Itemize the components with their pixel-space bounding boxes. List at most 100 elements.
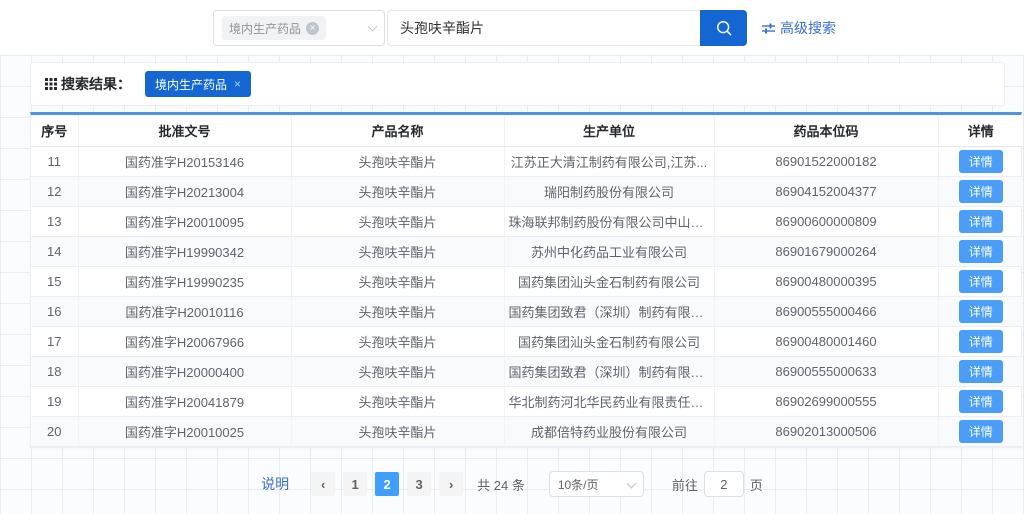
prev-page-button[interactable]: ‹ <box>311 472 335 496</box>
goto-suffix: 页 <box>750 475 763 494</box>
cell-manufacturer: 苏州中化药品工业有限公司 <box>504 236 714 266</box>
search-section: 境内生产药品 × 高级搜索 <box>0 10 1024 46</box>
cell-product: 头孢呋辛酯片 <box>291 266 504 296</box>
page-numbers: 123 <box>343 472 431 496</box>
table-row: 12国药准字H20213004头孢呋辛酯片瑞阳制药股份有限公司869041520… <box>31 176 1023 206</box>
detail-button[interactable]: 详情 <box>959 330 1003 353</box>
cell-manufacturer: 国药集团致君（深圳）制药有限公... <box>504 296 714 326</box>
cell-product: 头孢呋辛酯片 <box>291 296 504 326</box>
page-size-value: 10条/页 <box>558 476 599 493</box>
table-row: 11国药准字H20153146头孢呋辛酯片江苏正大清江制药有限公司,江苏...8… <box>31 146 1023 176</box>
cell-approval: 国药准字H20067966 <box>78 326 291 356</box>
cell-product: 头孢呋辛酯片 <box>291 386 504 416</box>
cell-manufacturer: 瑞阳制药股份有限公司 <box>504 176 714 206</box>
cell-approval: 国药准字H20010116 <box>78 296 291 326</box>
search-button[interactable] <box>700 10 747 46</box>
cell-code: 86900600000809 <box>714 206 938 236</box>
table-row: 16国药准字H20010116头孢呋辛酯片国药集团致君（深圳）制药有限公...8… <box>31 296 1023 326</box>
cell-detail: 详情 <box>938 266 1023 296</box>
cell-no: 19 <box>31 386 78 416</box>
search-input[interactable] <box>387 10 700 46</box>
cell-code: 86901679000264 <box>714 236 938 266</box>
cell-code: 86902699000555 <box>714 386 938 416</box>
results-table: 序号 批准文号 产品名称 生产单位 药品本位码 详情 11国药准字H201531… <box>31 115 1023 447</box>
cell-product: 头孢呋辛酯片 <box>291 146 504 176</box>
results-table-card: 序号 批准文号 产品名称 生产单位 药品本位码 详情 11国药准字H201531… <box>30 112 1022 448</box>
cell-code: 86900555000633 <box>714 356 938 386</box>
search-results-bar: 搜索结果： 境内生产药品 × <box>30 62 1005 106</box>
detail-button[interactable]: 详情 <box>959 240 1003 263</box>
cell-detail: 详情 <box>938 206 1023 236</box>
cell-no: 11 <box>31 146 78 176</box>
cell-manufacturer: 成都倍特药业股份有限公司 <box>504 416 714 446</box>
table-row: 13国药准字H20010095头孢呋辛酯片珠海联邦制药股份有限公司中山分...8… <box>31 206 1023 236</box>
cell-detail: 详情 <box>938 326 1023 356</box>
cell-code: 86902013000506 <box>714 416 938 446</box>
cell-approval: 国药准字H20041879 <box>78 386 291 416</box>
cell-no: 12 <box>31 176 78 206</box>
cell-detail: 详情 <box>938 296 1023 326</box>
cell-manufacturer: 国药集团汕头金石制药有限公司 <box>504 326 714 356</box>
pagination-bar: 说明 ‹ 123 › 共 24 条 10条/页 前往 页 <box>0 470 1024 498</box>
category-tag-label: 境内生产药品 <box>229 20 301 37</box>
cell-manufacturer: 江苏正大清江制药有限公司,江苏... <box>504 146 714 176</box>
detail-button[interactable]: 详情 <box>959 150 1003 173</box>
cell-no: 16 <box>31 296 78 326</box>
advanced-search-link[interactable]: 高级搜索 <box>762 18 836 38</box>
cell-manufacturer: 国药集团汕头金石制药有限公司 <box>504 266 714 296</box>
category-select[interactable]: 境内生产药品 × <box>213 10 385 46</box>
cell-code: 86900480000395 <box>714 266 938 296</box>
filter-sliders-icon <box>762 22 775 35</box>
page-size-select[interactable]: 10条/页 <box>549 471 644 497</box>
cell-no: 18 <box>31 356 78 386</box>
goto-page: 前往 页 <box>672 471 763 497</box>
goto-page-input[interactable] <box>704 471 744 497</box>
cell-product: 头孢呋辛酯片 <box>291 206 504 236</box>
cell-detail: 详情 <box>938 416 1023 446</box>
table-header-row: 序号 批准文号 产品名称 生产单位 药品本位码 详情 <box>31 115 1023 146</box>
detail-button[interactable]: 详情 <box>959 210 1003 233</box>
cell-no: 13 <box>31 206 78 236</box>
table-row: 14国药准字H19990342头孢呋辛酯片苏州中化药品工业有限公司8690167… <box>31 236 1023 266</box>
page-number-1[interactable]: 1 <box>343 472 367 496</box>
cell-approval: 国药准字H19990235 <box>78 266 291 296</box>
category-tag: 境内生产药品 × <box>222 16 326 40</box>
cell-product: 头孢呋辛酯片 <box>291 176 504 206</box>
detail-button[interactable]: 详情 <box>959 360 1003 383</box>
cell-detail: 详情 <box>938 146 1023 176</box>
cell-detail: 详情 <box>938 386 1023 416</box>
cell-code: 86901522000182 <box>714 146 938 176</box>
detail-button[interactable]: 详情 <box>959 270 1003 293</box>
cell-no: 17 <box>31 326 78 356</box>
tag-close-icon[interactable]: × <box>234 77 241 91</box>
note-link[interactable]: 说明 <box>261 474 289 494</box>
page-number-2[interactable]: 2 <box>375 472 399 496</box>
cell-detail: 详情 <box>938 236 1023 266</box>
detail-button[interactable]: 详情 <box>959 180 1003 203</box>
cell-product: 头孢呋辛酯片 <box>291 356 504 386</box>
detail-button[interactable]: 详情 <box>959 300 1003 323</box>
cell-product: 头孢呋辛酯片 <box>291 326 504 356</box>
page-number-3[interactable]: 3 <box>407 472 431 496</box>
cell-product: 头孢呋辛酯片 <box>291 236 504 266</box>
col-header-manufacturer: 生产单位 <box>504 115 714 146</box>
grid-icon <box>45 78 57 90</box>
total-count: 共 24 条 <box>477 475 525 494</box>
cell-approval: 国药准字H19990342 <box>78 236 291 266</box>
chevron-down-icon <box>368 22 378 32</box>
cell-no: 20 <box>31 416 78 446</box>
cell-code: 86900555000466 <box>714 296 938 326</box>
col-header-detail: 详情 <box>938 115 1023 146</box>
next-page-button[interactable]: › <box>439 472 463 496</box>
table-row: 20国药准字H20010025头孢呋辛酯片成都倍特药业股份有限公司8690201… <box>31 416 1023 446</box>
category-tag-remove-icon[interactable]: × <box>306 22 319 35</box>
col-header-code: 药品本位码 <box>714 115 938 146</box>
table-row: 18国药准字H20000400头孢呋辛酯片国药集团致君（深圳）制药有限公...8… <box>31 356 1023 386</box>
result-filter-tag[interactable]: 境内生产药品 × <box>145 71 251 97</box>
results-label-text: 搜索结果： <box>61 74 131 94</box>
cell-no: 14 <box>31 236 78 266</box>
detail-button[interactable]: 详情 <box>959 420 1003 443</box>
cell-approval: 国药准字H20010095 <box>78 206 291 236</box>
detail-button[interactable]: 详情 <box>959 390 1003 413</box>
col-header-no: 序号 <box>31 115 78 146</box>
